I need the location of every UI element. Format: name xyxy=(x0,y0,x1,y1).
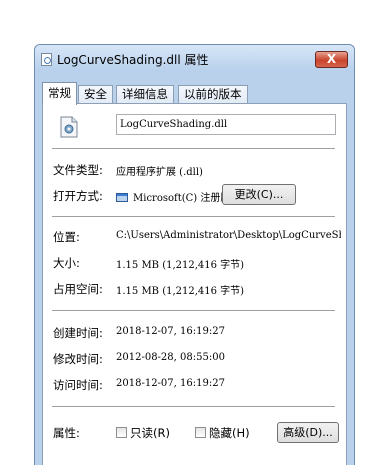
properties-window: LogCurveShading.dll 属性 X 常规 安全 详细信息 以前的版… xyxy=(34,44,355,465)
dll-file-icon xyxy=(41,53,52,66)
modified-value: 2012-08-28, 08:55:00 xyxy=(116,352,225,363)
readonly-label: 只读(R) xyxy=(130,426,170,440)
size-on-disk-label: 占用空间: xyxy=(53,282,103,296)
created-label: 创建时间: xyxy=(53,326,103,340)
filename-field[interactable]: LogCurveShading.dll xyxy=(116,114,336,135)
hidden-label: 隐藏(H) xyxy=(209,426,250,440)
dll-settings-file-icon xyxy=(60,116,78,138)
size-label: 大小: xyxy=(53,256,80,270)
divider xyxy=(52,406,335,407)
open-with-value: Microsoft(C) 注册服 xyxy=(116,189,230,204)
readonly-checkbox[interactable]: 只读(R) xyxy=(116,425,170,441)
general-panel: LogCurveShading.dll 文件类型: 应用程序扩展 (.dll) … xyxy=(42,103,347,465)
divider xyxy=(52,148,335,149)
tab-previous-versions[interactable]: 以前的版本 xyxy=(178,85,248,104)
close-button[interactable]: X xyxy=(315,51,348,68)
checkbox-box[interactable] xyxy=(195,427,206,438)
modified-label: 修改时间: xyxy=(53,352,103,366)
title-bar[interactable]: LogCurveShading.dll 属性 X xyxy=(35,45,354,73)
change-button[interactable]: 更改(C)... xyxy=(222,184,296,205)
tab-details[interactable]: 详细信息 xyxy=(116,85,174,104)
file-type-label: 文件类型: xyxy=(53,163,103,177)
tab-security[interactable]: 安全 xyxy=(78,85,113,104)
accessed-value: 2018-12-07, 16:19:27 xyxy=(116,378,225,389)
window-title: LogCurveShading.dll 属性 xyxy=(57,53,209,67)
accessed-label: 访问时间: xyxy=(53,378,103,392)
divider xyxy=(52,310,335,311)
file-type-value: 应用程序扩展 (.dll) xyxy=(116,167,203,178)
attributes-label: 属性: xyxy=(53,426,80,440)
created-value: 2018-12-07, 16:19:27 xyxy=(116,326,225,337)
size-on-disk-value: 1.15 MB (1,212,416 字节) xyxy=(116,286,245,297)
checkbox-box[interactable] xyxy=(116,427,127,438)
location-label: 位置: xyxy=(53,230,80,244)
size-value: 1.15 MB (1,212,416 字节) xyxy=(116,260,245,271)
divider xyxy=(52,216,335,217)
registry-app-icon xyxy=(116,193,128,202)
tab-general[interactable]: 常规 xyxy=(42,82,77,105)
open-with-app-name: Microsoft(C) 注册服 xyxy=(133,193,231,204)
tab-strip: 常规 安全 详细信息 以前的版本 xyxy=(42,82,347,105)
location-value: C:\Users\Administrator\Desktop\LogCurveS… xyxy=(116,230,341,241)
advanced-button[interactable]: 高级(D)... xyxy=(277,422,339,443)
hidden-checkbox[interactable]: 隐藏(H) xyxy=(195,425,250,441)
open-with-label: 打开方式: xyxy=(53,189,103,203)
